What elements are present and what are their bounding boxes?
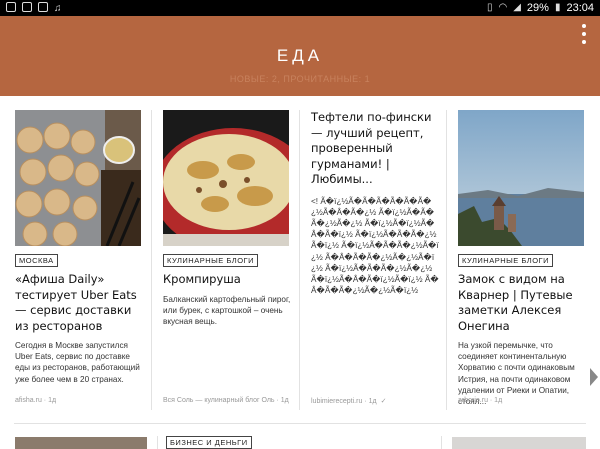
article-card[interactable]: КУЛИНАРНЫЕ БЛОГИ Замок с видом на Кварне… bbox=[458, 110, 586, 410]
article-summary: <! Ã�ï¿½Ã�Ã�Ã�Ã�Ã�Ã�¿½Ã�Â�Ã�¿½ Ã�ï¿½Ã�Ã�… bbox=[311, 196, 439, 296]
battery-icon: ▮ bbox=[554, 2, 561, 13]
battery-level: 29% bbox=[526, 2, 549, 14]
column-divider bbox=[446, 110, 447, 410]
article-summary: Сегодня в Москве запустился Uber Eats, с… bbox=[15, 341, 140, 384]
article-image-pie bbox=[163, 110, 289, 246]
row-divider bbox=[14, 423, 586, 424]
app-icon bbox=[38, 2, 48, 12]
next-page-chevron-icon[interactable] bbox=[590, 368, 598, 386]
message-icon bbox=[22, 2, 32, 12]
vibrate-icon: ▯ bbox=[486, 2, 493, 13]
overflow-menu-icon[interactable] bbox=[578, 24, 590, 44]
app-bar: ЕДА НОВЫЕ: 2, ПРОЧИТАННЫЕ: 1 bbox=[0, 16, 600, 96]
column-divider bbox=[299, 110, 300, 410]
article-source: afisha.ru · 1д bbox=[15, 397, 57, 404]
page-title: ЕДА bbox=[276, 46, 324, 65]
clock: 23:04 bbox=[566, 2, 594, 14]
article-image-partial[interactable] bbox=[15, 437, 147, 449]
read-counts: НОВЫЕ: 2, ПРОЧИТАННЫЕ: 1 bbox=[229, 74, 371, 84]
article-headline: Тефтели по-фински — лучший рецепт, прове… bbox=[311, 110, 432, 186]
category-tag[interactable]: МОСКВА bbox=[15, 254, 58, 267]
wifi-icon: ◠ bbox=[498, 2, 508, 13]
column-divider bbox=[441, 436, 442, 449]
article-image-dumplings bbox=[15, 110, 141, 246]
article-card[interactable]: КУЛИНАРНЫЕ БЛОГИ Кромпируша Балканский к… bbox=[163, 110, 291, 410]
article-headline: Кромпируша bbox=[163, 272, 241, 286]
article-image-castle bbox=[458, 110, 584, 246]
article-card[interactable]: МОСКВА «Афиша Daily» тестирует Uber Eats… bbox=[15, 110, 143, 410]
article-source: Вся Соль — кулинарный блог Оль · 1д bbox=[163, 397, 289, 404]
notification-icon bbox=[6, 2, 16, 12]
article-source: lubimiereceptі.ru · 1д ✓ bbox=[311, 398, 387, 405]
column-divider bbox=[157, 436, 158, 449]
read-check-icon: ✓ bbox=[380, 398, 387, 405]
article-summary: Балканский картофельный пирог, или бурек… bbox=[163, 294, 291, 326]
signal-icon: ◢ bbox=[513, 2, 521, 13]
article-headline: «Афиша Daily» тестирует Uber Eats — серв… bbox=[15, 272, 137, 333]
article-headline: Замок с видом на Кварнер | Путевые замет… bbox=[458, 272, 573, 333]
category-tag[interactable]: КУЛИНАРНЫЕ БЛОГИ bbox=[458, 254, 553, 267]
article-image-partial[interactable] bbox=[452, 437, 586, 449]
feed-panel: МОСКВА «Афиша Daily» тестирует Uber Eats… bbox=[0, 96, 600, 449]
column-divider bbox=[151, 110, 152, 410]
category-tag[interactable]: КУЛИНАРНЫЕ БЛОГИ bbox=[163, 254, 258, 267]
music-icon: ♫ bbox=[54, 3, 62, 14]
category-tag[interactable]: БИЗНЕС И ДЕНЬГИ bbox=[166, 436, 252, 449]
article-card[interactable]: Тефтели по-фински — лучший рецепт, прове… bbox=[311, 110, 439, 410]
status-bar: ♫ ▯ ◠ ◢ 29% ▮ 23:04 bbox=[0, 0, 600, 16]
article-source: arborio.ru · 1д bbox=[458, 397, 503, 404]
